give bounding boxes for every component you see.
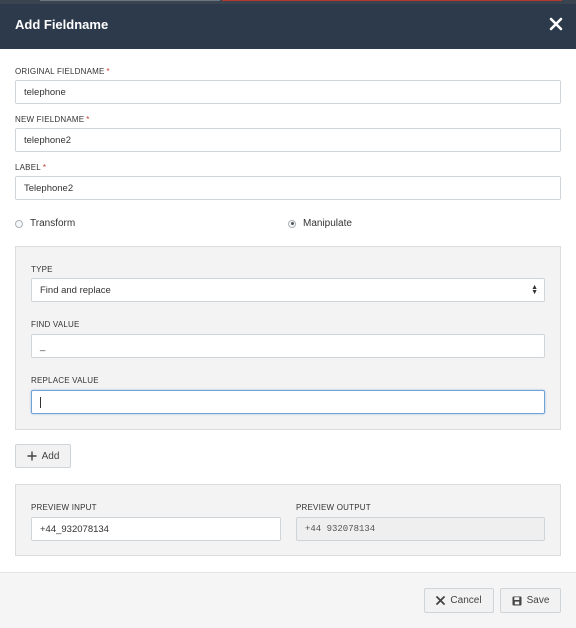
original-fieldname-input[interactable]: telephone bbox=[15, 80, 561, 104]
find-value-label: FIND VALUE bbox=[31, 320, 80, 329]
cancel-button[interactable]: Cancel bbox=[424, 588, 494, 613]
new-fieldname-label: NEW FIELDNAME * bbox=[15, 115, 90, 124]
modal-header: Add Fieldname bbox=[0, 4, 576, 49]
radio-unchecked-icon bbox=[15, 219, 23, 228]
save-button-label: Save bbox=[526, 595, 550, 606]
text-cursor bbox=[40, 396, 41, 408]
preview-output: +44 932078134 bbox=[296, 517, 545, 541]
background-accent-line bbox=[222, 0, 562, 1]
required-marker: * bbox=[106, 67, 110, 76]
label-value: Telephone2 bbox=[24, 182, 74, 194]
radio-manipulate-label: Manipulate bbox=[303, 218, 352, 229]
preview-input-label: PREVIEW INPUT bbox=[31, 503, 97, 512]
save-button[interactable]: Save bbox=[500, 588, 561, 613]
original-fieldname-value: telephone bbox=[24, 86, 66, 98]
label-input[interactable]: Telephone2 bbox=[15, 176, 561, 200]
manipulate-panel: TYPE Find and replace ▲ ▼ FIND VALUE _ RE… bbox=[15, 246, 561, 430]
preview-output-label: PREVIEW OUTPUT bbox=[296, 503, 371, 512]
cancel-button-label: Cancel bbox=[450, 595, 482, 606]
add-button[interactable]: Add bbox=[15, 444, 71, 468]
modal-title: Add Fieldname bbox=[15, 17, 109, 32]
preview-input[interactable]: +44_932078134 bbox=[31, 517, 281, 541]
preview-panel: PREVIEW INPUT +44_932078134 PREVIEW OUTP… bbox=[15, 484, 561, 556]
radio-checked-icon bbox=[288, 219, 296, 228]
add-button-label: Add bbox=[41, 450, 60, 462]
modal-footer: Cancel Save bbox=[0, 572, 576, 628]
find-value-input[interactable]: _ bbox=[31, 334, 545, 358]
floppy-disk-icon bbox=[512, 596, 522, 605]
type-select[interactable]: Find and replace ▲ ▼ bbox=[31, 278, 545, 302]
label-field-label: LABEL * bbox=[15, 163, 47, 172]
preview-output-value: +44 932078134 bbox=[305, 524, 376, 534]
times-icon bbox=[436, 596, 446, 605]
find-value-text: _ bbox=[40, 340, 46, 352]
background-text-hint bbox=[40, 0, 220, 1]
required-marker: * bbox=[86, 115, 90, 124]
new-fieldname-input[interactable]: telephone2 bbox=[15, 128, 561, 152]
new-fieldname-value: telephone2 bbox=[24, 134, 72, 146]
radio-manipulate[interactable]: Manipulate bbox=[288, 218, 352, 229]
original-fieldname-label: ORIGINAL FIELDNAME * bbox=[15, 67, 110, 76]
preview-input-value: +44_932078134 bbox=[40, 523, 109, 535]
select-arrows-icon: ▲ ▼ bbox=[531, 284, 538, 296]
radio-transform[interactable]: Transform bbox=[15, 218, 75, 229]
type-select-value: Find and replace bbox=[40, 284, 111, 296]
replace-value-input[interactable] bbox=[31, 390, 545, 414]
replace-value-label: REPLACE VALUE bbox=[31, 376, 99, 385]
required-marker: * bbox=[42, 163, 47, 172]
type-label: TYPE bbox=[31, 265, 53, 274]
close-icon[interactable] bbox=[549, 17, 563, 31]
plus-icon bbox=[27, 451, 37, 461]
radio-transform-label: Transform bbox=[30, 218, 76, 229]
